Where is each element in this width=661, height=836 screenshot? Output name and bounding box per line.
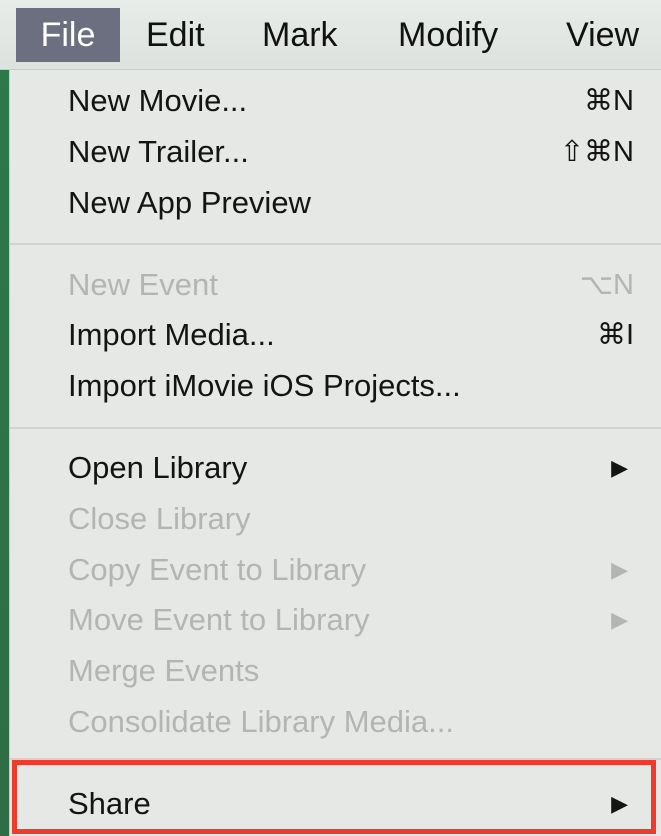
menu-item-consolidate-library-media: Consolidate Library Media... [10, 697, 652, 747]
menu-item-label: New Trailer... [68, 134, 249, 169]
menu-bar: File Edit Mark Modify View [0, 0, 661, 70]
menu-item-share[interactable]: Share ▶ [10, 779, 652, 829]
submenu-arrow-icon: ▶ [611, 791, 628, 816]
shortcut-text: ⌥N [579, 269, 634, 301]
menu-item-new-trailer[interactable]: New Trailer... ⇧⌘N [10, 127, 652, 177]
shortcut-text: ⌘I [596, 319, 634, 351]
menu-item-label: Copy Event to Library [68, 552, 367, 587]
menu-item-copy-event-to-library: Copy Event to Library ▶ [10, 545, 652, 595]
menu-mark[interactable]: Mark [262, 8, 338, 62]
menu-item-import-media[interactable]: Import Media... ⌘I [10, 310, 652, 360]
shortcut-text: ⇧⌘N [559, 136, 634, 168]
menu-item-merge-events: Merge Events [10, 646, 652, 696]
menu-item-label: Merge Events [68, 653, 260, 688]
shortcut-text: ⌘N [584, 85, 634, 117]
menu-separator [10, 758, 661, 760]
menu-view[interactable]: View [566, 8, 639, 62]
submenu-arrow-icon: ▶ [611, 455, 628, 480]
menu-item-label: New Movie... [68, 83, 248, 118]
menu-modify[interactable]: Modify [398, 8, 498, 62]
menu-item-import-imovie-ios-projects[interactable]: Import iMovie iOS Projects... [10, 361, 652, 411]
menu-item-label: Move Event to Library [68, 602, 370, 637]
app-window-edge [0, 0, 9, 836]
menu-item-new-app-preview[interactable]: New App Preview [10, 178, 652, 228]
menu-item-open-library[interactable]: Open Library ▶ [10, 443, 652, 493]
menu-item-new-event: New Event ⌥N [10, 260, 652, 310]
menu-file[interactable]: File [16, 8, 120, 62]
menu-separator [10, 243, 661, 245]
menu-item-label: New App Preview [68, 185, 311, 220]
file-dropdown-menu: New Movie... ⌘N New Trailer... ⇧⌘N New A… [9, 70, 661, 836]
menu-item-new-movie[interactable]: New Movie... ⌘N [10, 76, 652, 126]
menu-item-label: Share [68, 786, 151, 821]
menu-edit[interactable]: Edit [146, 8, 205, 62]
menu-item-label: New Event [68, 267, 218, 302]
menu-separator [10, 427, 661, 429]
menu-item-label: Import iMovie iOS Projects... [68, 368, 461, 403]
menu-item-move-event-to-library: Move Event to Library ▶ [10, 595, 652, 645]
submenu-arrow-icon: ▶ [611, 607, 628, 632]
menu-item-label: Open Library [68, 450, 248, 485]
menu-item-label: Import Media... [68, 317, 275, 352]
menu-item-label: Consolidate Library Media... [68, 704, 454, 739]
menu-item-label: Close Library [68, 501, 251, 536]
submenu-arrow-icon: ▶ [611, 557, 628, 582]
menu-item-close-library: Close Library [10, 494, 652, 544]
